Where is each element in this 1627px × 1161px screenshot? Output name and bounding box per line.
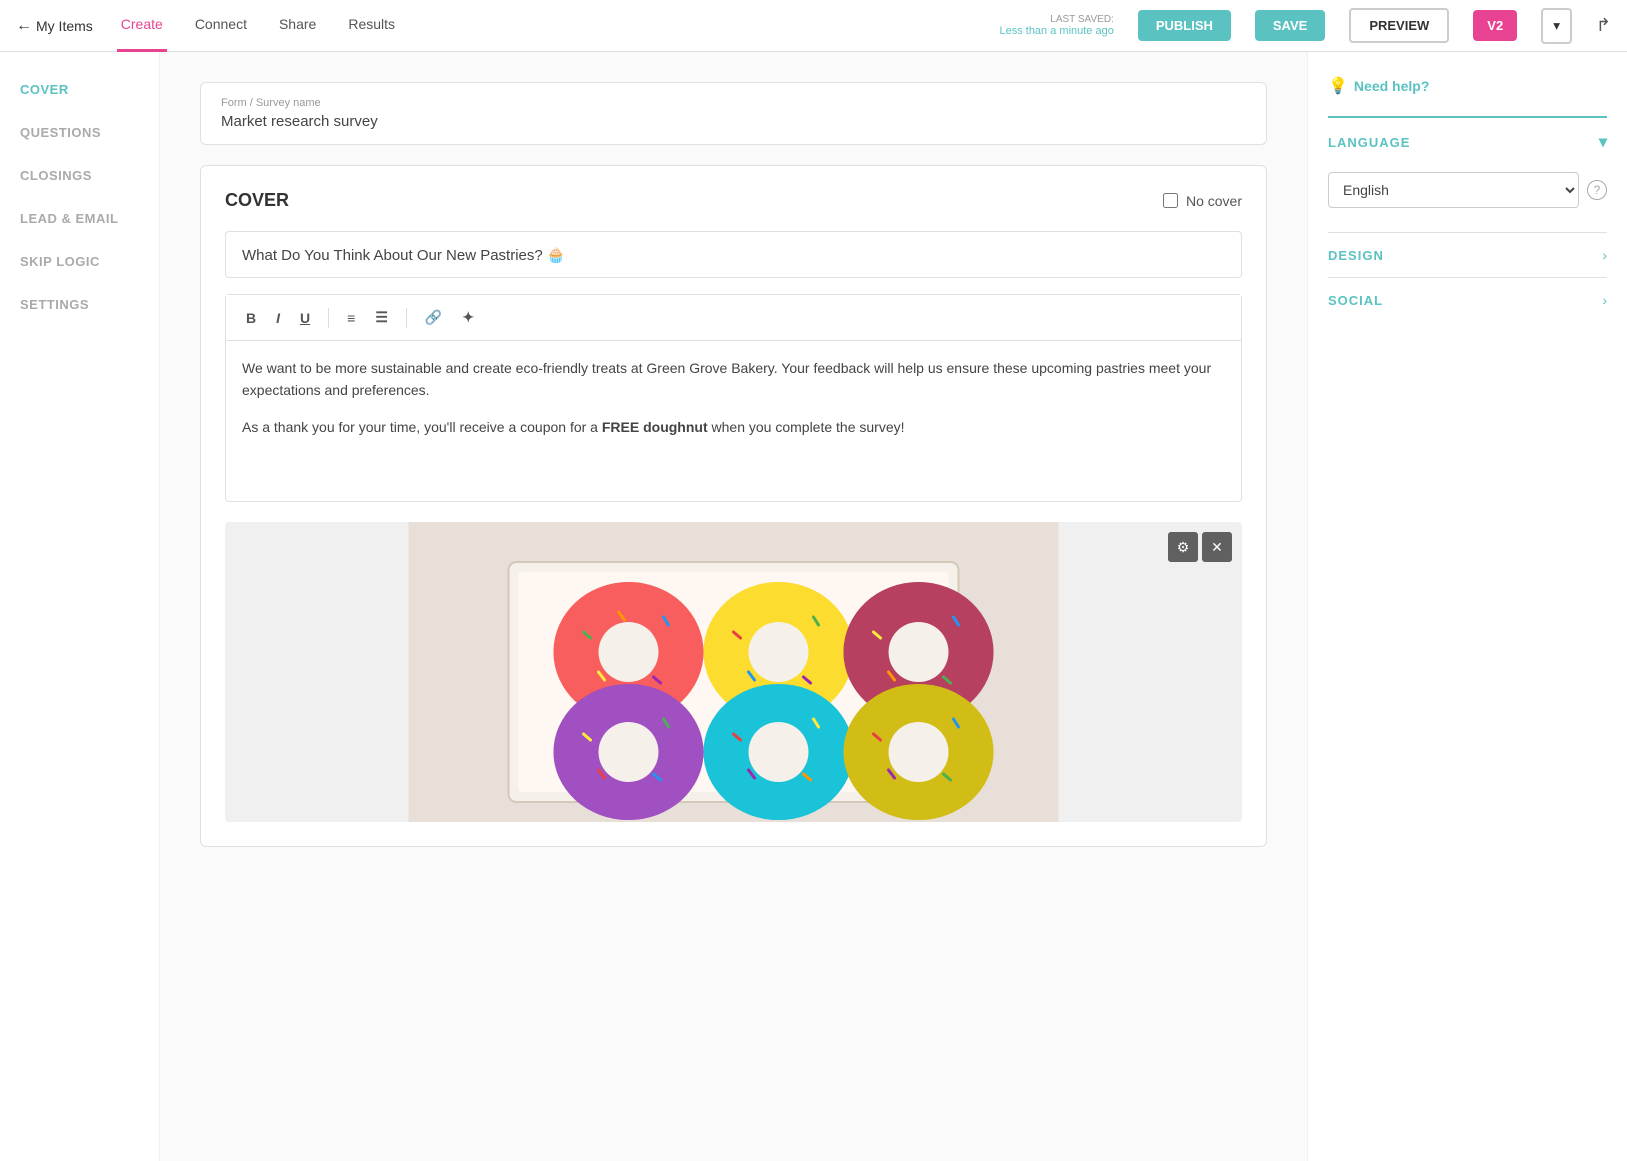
cover-title: COVER — [225, 190, 289, 211]
language-section-label: LANGUAGE — [1328, 135, 1410, 150]
link-button[interactable]: 🔗 — [419, 305, 448, 330]
bullet-list-icon: ≡ — [347, 310, 355, 326]
design-chevron-right-icon: › — [1602, 247, 1607, 263]
need-help-label: Need help? — [1354, 78, 1429, 94]
top-nav: ← My Items Create Connect Share Results … — [0, 0, 1627, 52]
sidebar-item-skip-logic[interactable]: SKIP LOGIC — [20, 254, 139, 269]
sidebar-item-settings[interactable]: SETTINGS — [20, 297, 139, 312]
sidebar-item-closings[interactable]: CLOSINGS — [20, 168, 139, 183]
pointer-icon: ↱ — [1596, 15, 1611, 35]
sidebar-item-lead-email[interactable]: LEAD & EMAIL — [20, 211, 139, 226]
numbered-list-button[interactable]: ☰ — [369, 305, 394, 330]
numbered-list-icon: ☰ — [375, 309, 388, 325]
design-section-label: DESIGN — [1328, 248, 1384, 263]
right-sidebar: 💡 Need help? LANGUAGE ▾ English Spanish … — [1307, 52, 1627, 1161]
toolbar-divider-2 — [406, 308, 407, 328]
sidebar-item-questions[interactable]: QUESTIONS — [20, 125, 139, 140]
italic-button[interactable]: I — [270, 306, 286, 330]
nav-create[interactable]: Create — [117, 0, 167, 52]
image-area: ⚙ ✕ — [225, 522, 1242, 822]
language-select[interactable]: English Spanish French German Portuguese — [1328, 172, 1579, 208]
rich-text-body[interactable]: We want to be more sustainable and creat… — [226, 341, 1241, 501]
language-section-header[interactable]: LANGUAGE ▾ — [1328, 116, 1607, 166]
image-controls: ⚙ ✕ — [1168, 532, 1232, 562]
social-section-label: SOCIAL — [1328, 293, 1383, 308]
question-icon: ? — [1594, 183, 1601, 197]
left-sidebar: COVER QUESTIONS CLOSINGS LEAD & EMAIL SK… — [0, 52, 160, 1161]
version-dropdown-button[interactable]: ▾ — [1541, 8, 1572, 44]
sidebar-item-cover[interactable]: COVER — [20, 82, 139, 97]
rich-text-toolbar: B I U ≡ ☰ 🔗 ✦ — [226, 295, 1241, 341]
underline-button[interactable]: U — [294, 306, 316, 330]
magic-icon: ✦ — [462, 309, 474, 325]
help-bulb-icon: 💡 — [1328, 76, 1348, 96]
body-paragraph-1: We want to be more sustainable and creat… — [242, 357, 1225, 402]
image-remove-button[interactable]: ✕ — [1202, 532, 1232, 562]
donut-illustration — [225, 522, 1242, 822]
link-icon: 🔗 — [425, 309, 442, 325]
version-button[interactable]: V2 — [1473, 10, 1517, 41]
center-content: Form / Survey name Market research surve… — [160, 52, 1307, 1161]
gear-icon: ⚙ — [1177, 539, 1190, 556]
nav-results[interactable]: Results — [344, 0, 399, 52]
bullet-list-button[interactable]: ≡ — [341, 306, 361, 330]
back-arrow-icon: ← — [16, 17, 32, 35]
rich-text-editor: B I U ≡ ☰ 🔗 ✦ — [225, 294, 1242, 502]
body-p2-suffix: when you complete the survey! — [708, 419, 905, 435]
no-cover-checkbox[interactable] — [1163, 193, 1178, 208]
no-cover-label[interactable]: No cover — [1163, 193, 1242, 209]
last-saved-indicator: LAST SAVED: Less than a minute ago — [999, 14, 1113, 37]
language-select-row: English Spanish French German Portuguese… — [1328, 166, 1607, 222]
cover-section: COVER No cover B I U ≡ — [200, 165, 1267, 847]
back-button[interactable]: ← My Items — [16, 17, 93, 35]
donut-image — [225, 522, 1242, 822]
chevron-down-icon: ▾ — [1553, 18, 1560, 33]
social-section-header[interactable]: SOCIAL › — [1328, 277, 1607, 322]
social-chevron-right-icon: › — [1602, 292, 1607, 308]
nav-share[interactable]: Share — [275, 0, 320, 52]
cover-header: COVER No cover — [225, 190, 1242, 211]
form-name-value: Market research survey — [221, 113, 1246, 130]
survey-title-input[interactable] — [225, 231, 1242, 278]
main-layout: COVER QUESTIONS CLOSINGS LEAD & EMAIL SK… — [0, 52, 1627, 1161]
design-section-header[interactable]: DESIGN › — [1328, 232, 1607, 277]
toolbar-divider-1 — [328, 308, 329, 328]
bold-button[interactable]: B — [240, 306, 262, 330]
image-settings-button[interactable]: ⚙ — [1168, 532, 1198, 562]
need-help-link[interactable]: 💡 Need help? — [1328, 76, 1607, 96]
nav-connect[interactable]: Connect — [191, 0, 251, 52]
form-name-section: Form / Survey name Market research surve… — [200, 82, 1267, 145]
close-icon: ✕ — [1211, 539, 1223, 556]
publish-button[interactable]: PUBLISH — [1138, 10, 1231, 41]
body-paragraph-2: As a thank you for your time, you'll rec… — [242, 416, 1225, 438]
body-p2-bold: FREE doughnut — [602, 419, 708, 435]
back-label: My Items — [36, 18, 93, 34]
save-button[interactable]: SAVE — [1255, 10, 1325, 41]
magic-button[interactable]: ✦ — [456, 305, 480, 330]
form-name-label: Form / Survey name — [221, 97, 1246, 109]
language-section: LANGUAGE ▾ English Spanish French German… — [1328, 116, 1607, 222]
preview-button[interactable]: PREVIEW — [1349, 8, 1449, 43]
language-help-button[interactable]: ? — [1587, 180, 1607, 200]
body-p2-prefix: As a thank you for your time, you'll rec… — [242, 419, 602, 435]
language-chevron-down-icon: ▾ — [1599, 132, 1607, 152]
pointer-tool-button[interactable]: ↱ — [1596, 15, 1611, 36]
